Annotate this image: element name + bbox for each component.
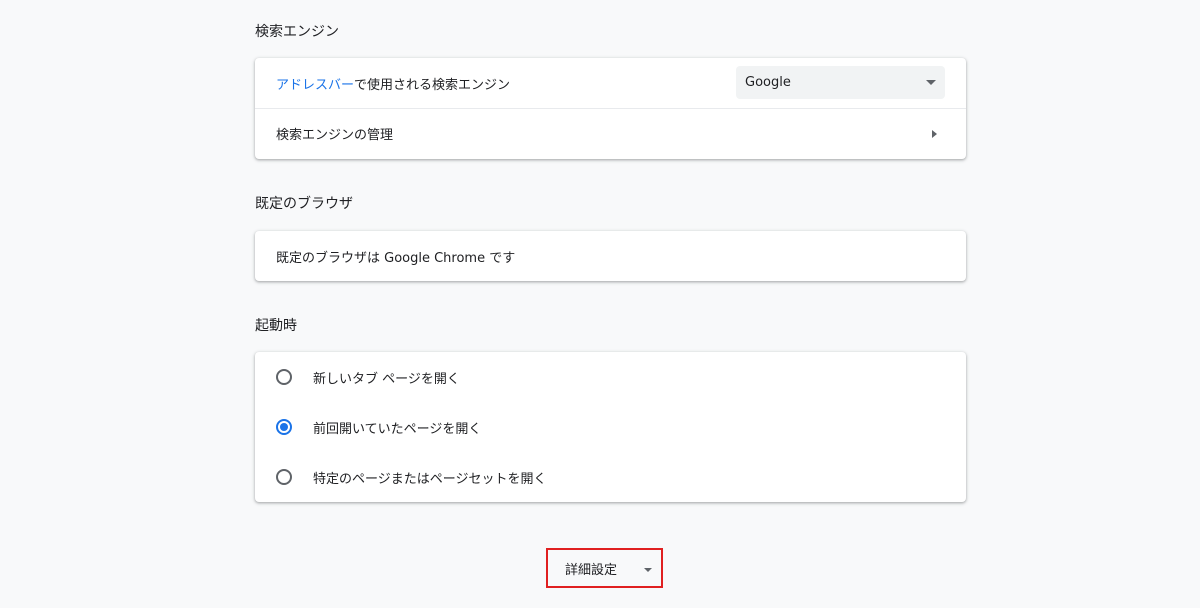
advanced-settings-button[interactable]: 詳細設定 <box>546 548 663 588</box>
advanced-settings-label: 詳細設定 <box>565 562 618 578</box>
startup-option-specific-pages[interactable]: 特定のページまたはページセットを開く <box>255 452 966 502</box>
address-bar-search-engine-row: アドレスバー で使用される検索エンジン Google <box>255 58 966 108</box>
default-browser-row: 既定のブラウザは Google Chrome です <box>255 231 966 281</box>
manage-search-engines-label: 検索エンジンの管理 <box>276 128 394 143</box>
startup-section-title: 起動時 <box>255 318 297 334</box>
radio-unchecked-icon[interactable] <box>276 469 292 485</box>
address-bar-search-engine-label: で使用される検索エンジン <box>354 77 511 93</box>
chevron-down-icon <box>926 80 936 85</box>
arrow-right-icon <box>932 130 937 138</box>
startup-option-continue[interactable]: 前回開いていたページを開く <box>255 402 966 452</box>
startup-option-label: 新しいタブ ページを開く <box>313 371 460 387</box>
default-browser-status: 既定のブラウザは Google Chrome です <box>276 250 516 266</box>
address-bar-link[interactable]: アドレスバー <box>276 74 354 93</box>
startup-option-new-tab[interactable]: 新しいタブ ページを開く <box>255 352 966 402</box>
default-browser-card: 既定のブラウザは Google Chrome です <box>255 231 966 281</box>
manage-search-engines-row[interactable]: 検索エンジンの管理 <box>255 108 966 158</box>
search-engine-select-value: Google <box>745 75 791 90</box>
startup-card: 新しいタブ ページを開く 前回開いていたページを開く 特定のページまたはページセ… <box>255 352 966 502</box>
chevron-down-icon <box>644 568 652 572</box>
startup-option-label: 前回開いていたページを開く <box>313 421 482 437</box>
search-engine-card: アドレスバー で使用される検索エンジン Google 検索エンジンの管理 <box>255 58 966 159</box>
settings-page: 検索エンジン アドレスバー で使用される検索エンジン Google 検索エンジンの… <box>0 0 1200 608</box>
search-engine-section-title: 検索エンジン <box>255 24 339 40</box>
search-engine-select[interactable]: Google <box>736 66 945 99</box>
radio-unchecked-icon[interactable] <box>276 369 292 385</box>
default-browser-section-title: 既定のブラウザ <box>255 196 353 212</box>
startup-option-label: 特定のページまたはページセットを開く <box>313 471 547 487</box>
radio-checked-icon[interactable] <box>276 419 292 435</box>
